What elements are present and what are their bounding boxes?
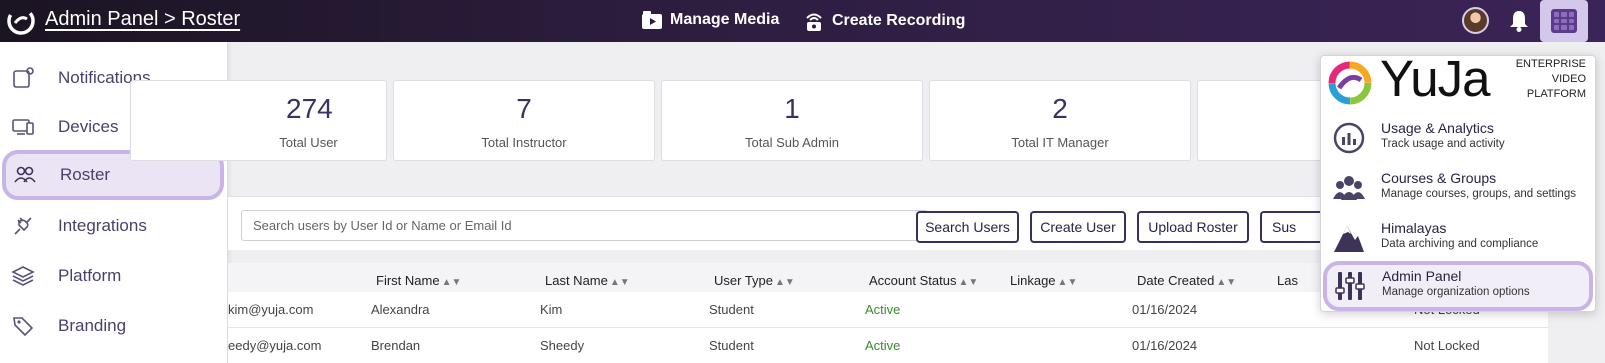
sort-icon: ▲▼ <box>1057 277 1078 288</box>
app-subtitle: Manage organization options <box>1382 286 1530 298</box>
sidebar-item-label: Roster <box>60 165 111 184</box>
upload-roster-button[interactable]: Upload Roster <box>1137 211 1249 243</box>
yuja-logo-icon[interactable] <box>6 6 36 36</box>
app-subtitle: Data archiving and compliance <box>1381 238 1539 250</box>
search-input[interactable] <box>241 210 928 241</box>
stat-value: 7 <box>516 93 532 124</box>
sliders-icon <box>1335 272 1365 300</box>
cell-email: eedy@yuja.com <box>228 338 322 353</box>
sort-icon: ▲▼ <box>609 277 630 288</box>
page-title[interactable]: Admin Panel > Roster <box>45 8 240 31</box>
sort-icon: ▲▼ <box>958 277 979 288</box>
create-user-button[interactable]: Create User <box>1030 211 1126 243</box>
plug-icon <box>14 217 32 235</box>
mountain-icon <box>1334 226 1364 252</box>
app-courses-groups[interactable]: Courses & Groups Manage courses, groups,… <box>1322 163 1594 211</box>
sidebar-item-platform[interactable]: Platform <box>0 252 226 300</box>
app-title: Usage & Analytics <box>1381 120 1494 136</box>
notification-icon <box>13 67 34 88</box>
stat-card-total-instructor: 7 Total Instructor <box>393 80 655 161</box>
sort-icon: ▲▼ <box>775 277 795 288</box>
cell-last-name: Kim <box>540 302 563 317</box>
users-icon <box>14 166 36 183</box>
cell-date-created: 01/16/2024 <box>1132 338 1198 353</box>
cell-account-status: Active <box>865 338 901 353</box>
app-himalayas[interactable]: Himalayas Data archiving and compliance <box>1322 213 1594 261</box>
app-admin-panel[interactable]: Admin Panel Manage organization options <box>1323 261 1593 311</box>
analytics-icon <box>1333 122 1365 154</box>
media-folder-icon <box>642 11 662 29</box>
cell-first-name: Alexandra <box>371 302 430 317</box>
cell-email: kim@yuja.com <box>228 302 314 317</box>
search-users-button[interactable]: Search Users <box>916 211 1019 243</box>
manage-media-label: Manage Media <box>670 11 780 28</box>
sidebar-item-label: Platform <box>58 266 122 285</box>
stat-label: Total IT Manager <box>1011 135 1109 150</box>
column-header-first-name[interactable]: First Name ▲▼ <box>376 273 461 288</box>
yuja-wordmark: YuJa <box>1380 50 1490 107</box>
recording-icon <box>806 13 822 31</box>
cell-date-created: 01/16/2024 <box>1132 302 1198 317</box>
stat-label: Total Sub Admin <box>745 135 839 150</box>
user-avatar[interactable] <box>1462 7 1489 34</box>
suspend-button[interactable]: Sus <box>1260 211 1320 243</box>
cell-first-name: Brendan <box>371 338 421 353</box>
brand-tagline: ENTERPRISE VIDEO PLATFORM <box>1515 58 1586 100</box>
column-header-linkage[interactable]: Linkage ▲▼ <box>1010 273 1077 288</box>
app-subtitle: Manage courses, groups, and settings <box>1381 188 1576 200</box>
app-subtitle: Track usage and activity <box>1381 138 1505 150</box>
sidebar-item-integrations[interactable]: Integrations <box>0 202 226 250</box>
column-header-date-created[interactable]: Date Created ▲▼ <box>1137 273 1236 288</box>
stat-card-total-it-manager: 2 Total IT Manager <box>929 80 1191 161</box>
cell-account-status: Active <box>865 302 901 317</box>
manage-media-link[interactable]: Manage Media <box>641 10 779 30</box>
cell-user-type: Student <box>709 338 754 353</box>
app-title: Admin Panel <box>1382 268 1462 284</box>
tag-icon <box>13 317 34 337</box>
column-header-user-type[interactable]: User Type ▲▼ <box>714 273 795 288</box>
sort-icon: ▲▼ <box>1216 277 1237 288</box>
cell-lock-status: Not Locked <box>1414 338 1480 353</box>
top-bar: Admin Panel > Roster Manage Media Create… <box>0 0 1605 42</box>
bell-icon[interactable] <box>1508 9 1530 33</box>
app-switcher-button[interactable] <box>1540 0 1588 42</box>
layers-icon <box>11 266 35 286</box>
stat-value: 1 <box>784 93 800 124</box>
app-title: Himalayas <box>1381 220 1447 236</box>
stat-label: Total User <box>279 135 338 150</box>
sidebar-item-label: Integrations <box>58 216 147 235</box>
app-usage-analytics[interactable]: Usage & Analytics Track usage and activi… <box>1322 113 1594 161</box>
stat-card-total-user: 274 Total User <box>130 80 387 161</box>
devices-icon <box>12 119 34 135</box>
column-header-last-name[interactable]: Last Name ▲▼ <box>545 273 630 288</box>
yuja-swirl-logo-icon <box>1328 61 1372 105</box>
sidebar-item-branding[interactable]: Branding <box>0 302 226 350</box>
stat-value: 2 <box>1052 93 1068 124</box>
column-header-last[interactable]: Las <box>1277 273 1298 288</box>
grid-icon <box>1551 9 1577 33</box>
cell-user-type: Student <box>709 302 754 317</box>
column-header-account-status[interactable]: Account Status ▲▼ <box>869 273 978 288</box>
sort-icon: ▲▼ <box>441 277 462 288</box>
stat-card-total-sub-admin: 1 Total Sub Admin <box>661 80 923 161</box>
groups-icon <box>1333 176 1365 200</box>
app-title: Courses & Groups <box>1381 170 1497 186</box>
sidebar-item-label: Devices <box>58 117 119 136</box>
sidebar-item-label: Branding <box>58 316 127 335</box>
cell-last-name: Sheedy <box>540 338 585 353</box>
create-recording-link[interactable]: Create Recording <box>803 10 965 32</box>
stat-label: Total Instructor <box>481 135 567 150</box>
stat-value: 274 <box>286 93 333 124</box>
create-recording-label: Create Recording <box>832 12 966 29</box>
